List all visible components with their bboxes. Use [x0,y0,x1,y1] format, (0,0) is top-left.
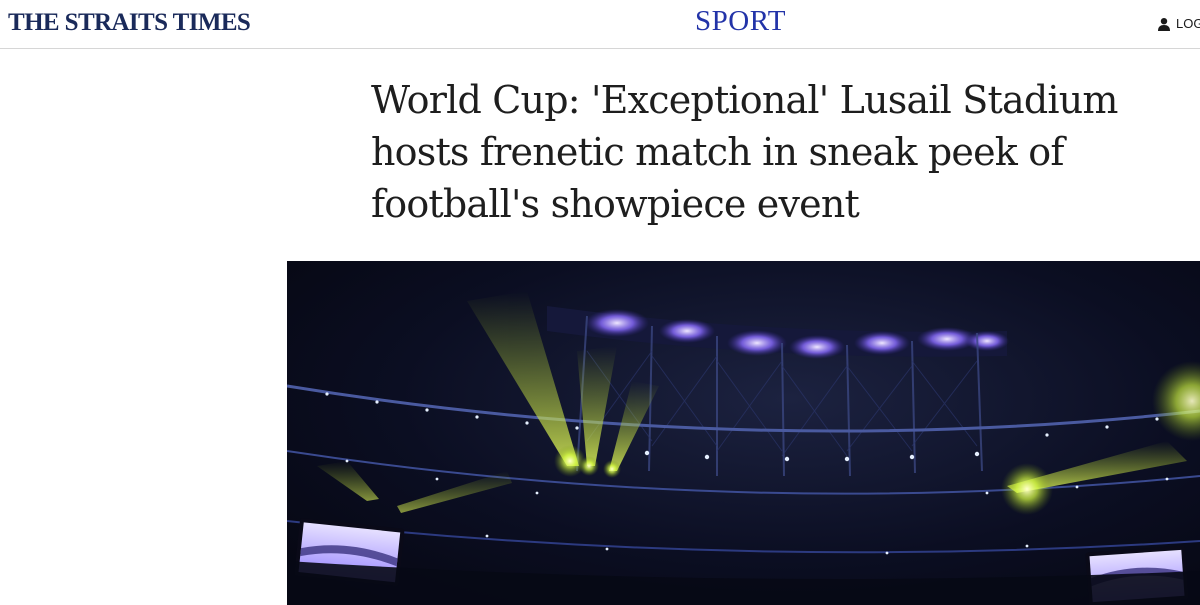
section-link-sport[interactable]: SPORT [695,5,786,38]
site-header: THE STRAITS TIMES SPORT LOG [0,0,1200,49]
login-label: LOG [1176,16,1200,31]
site-logo[interactable]: THE STRAITS TIMES [8,9,251,37]
login-button[interactable]: LOG [1157,16,1200,31]
user-icon [1158,17,1170,31]
hero-image[interactable] [287,261,1200,605]
stadium-photo [287,291,1200,605]
article-headline: World Cup: 'Exceptional' Lusail Stadium … [371,78,1118,226]
